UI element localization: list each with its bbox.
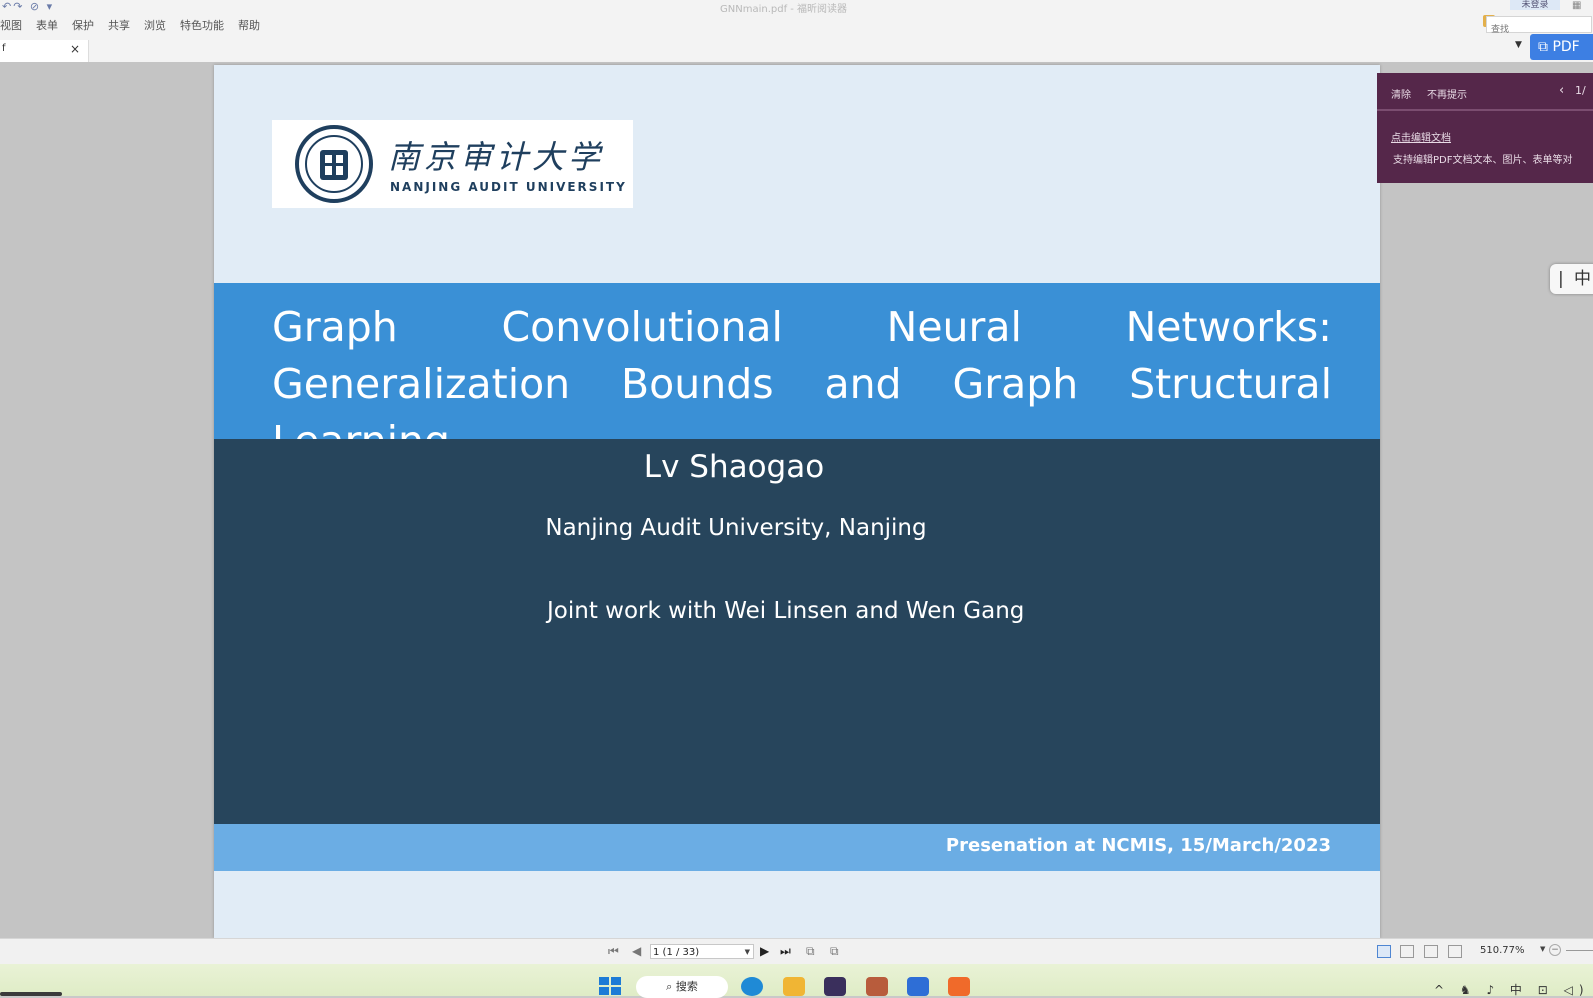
taskbar-indicator [0, 992, 62, 996]
ime-handle[interactable]: | [1558, 264, 1564, 294]
footer-band: Presenation at NCMIS, 15/March/2023 [214, 824, 1380, 871]
author-band: Lv Shaogao Nanjing Audit University, Nan… [214, 439, 1380, 824]
search-icon: ⌕ [666, 980, 673, 993]
pdf-page: 南京审计大学 NANJING AUDIT UNIVERSITY Graph Co… [214, 65, 1380, 938]
menu-item-view[interactable]: 视图 [0, 17, 22, 33]
zoom-slider[interactable] [1566, 950, 1593, 951]
os-taskbar: ⌕ 搜索 ^ ♞ ♪ 中 ⊡ ◁) [0, 964, 1593, 998]
menu-bar: 视图 表单 保护 共享 浏览 特色功能 帮助 [0, 17, 274, 33]
presentation-footer: Presenation at NCMIS, 15/March/2023 [945, 835, 1331, 856]
logo-english-name: NANJING AUDIT UNIVERSITY [390, 180, 627, 194]
search-box[interactable] [1486, 16, 1592, 38]
chevron-left-icon[interactable]: ‹ [1559, 83, 1564, 98]
menu-item-protect[interactable]: 保护 [72, 17, 94, 33]
close-icon[interactable]: × [70, 42, 80, 56]
menu-item-help[interactable]: 帮助 [238, 17, 260, 33]
author-affiliation: Nanjing Audit University, Nanjing [545, 515, 927, 541]
title-band: Graph Convolutional Neural Networks: Gen… [214, 283, 1380, 465]
next-page-icon[interactable]: ▶ [760, 944, 769, 958]
pdf-convert-button[interactable]: ⧉ PDF [1530, 34, 1593, 60]
continuous-facing-view-icon[interactable] [1448, 945, 1462, 958]
menu-item-features[interactable]: 特色功能 [180, 17, 224, 33]
tip-page-counter: 1/ [1575, 84, 1586, 97]
next-view-icon[interactable]: ⧉ [830, 944, 839, 959]
tip-clear-button[interactable]: 清除 [1391, 86, 1411, 101]
app-toolbar: ↶↷ ⊘ ▾ GNNmain.pdf - 福昕阅读器 未登录 ▦ 视图 表单 保… [0, 0, 1593, 63]
pdf-copy-icon: ⧉ [1538, 39, 1548, 55]
prev-page-icon[interactable]: ◀ [632, 944, 641, 958]
last-page-icon[interactable]: ⏭ [780, 944, 791, 959]
zoom-level[interactable]: 510.77% [1480, 945, 1525, 956]
app-icon-character[interactable] [866, 977, 888, 996]
file-explorer-icon[interactable] [783, 977, 805, 996]
document-tab[interactable]: f × [0, 40, 89, 62]
seal-icon [295, 125, 373, 203]
facing-view-icon[interactable] [1424, 945, 1438, 958]
app-icon-purple[interactable] [824, 977, 846, 996]
document-tab-label: f [2, 43, 6, 54]
first-page-icon[interactable]: ⏮ [608, 944, 619, 959]
chevron-down-icon[interactable]: ▼ [1540, 945, 1545, 953]
page-number-select[interactable]: 1 (1 / 33) ▼ [650, 944, 754, 959]
menu-item-browse[interactable]: 浏览 [144, 17, 166, 33]
status-bar: ⏮ ◀ 1 (1 / 33) ▼ ▶ ⏭ ⧉ ⧉ 510.77% ▼ − [0, 938, 1593, 965]
prev-view-icon[interactable]: ⧉ [806, 944, 815, 959]
taskbar-search-button[interactable]: ⌕ 搜索 [636, 976, 728, 998]
grid-icon[interactable]: ▦ [1572, 0, 1581, 11]
tip-description: 支持编辑PDF文档文本、图片、表单等对 [1393, 155, 1573, 166]
ime-toolbar[interactable]: | 中 [1550, 264, 1593, 294]
quick-access-icons[interactable]: ↶↷ ⊘ ▾ [2, 0, 54, 13]
author-name: Lv Shaogao [643, 449, 825, 485]
menu-item-form[interactable]: 表单 [36, 17, 58, 33]
chevron-down-icon[interactable]: ▼ [1515, 40, 1522, 50]
windows-start-icon[interactable] [599, 977, 621, 996]
taskbar-search-label: 搜索 [675, 980, 698, 993]
edit-tip-popup: 清除 不再提示 ‹ 1/ 点击编辑文档 支持编辑PDF文档文本、图片、表单等对 [1377, 73, 1593, 183]
edge-browser-icon[interactable] [741, 977, 763, 996]
foxit-reader-icon[interactable] [948, 977, 970, 996]
edit-document-link[interactable]: 点击编辑文档 [1391, 129, 1451, 144]
app-icon-blue[interactable] [907, 977, 929, 996]
coauthors-line: Joint work with Wei Linsen and Wen Gang [547, 598, 1025, 624]
chevron-down-icon[interactable]: ▼ [745, 945, 750, 960]
logo-chinese-name: 南京审计大学 [388, 138, 605, 176]
zoom-out-icon[interactable]: − [1549, 944, 1561, 956]
university-logo: 南京审计大学 NANJING AUDIT UNIVERSITY [272, 120, 633, 208]
menu-item-share[interactable]: 共享 [108, 17, 130, 33]
system-tray[interactable]: ^ ♞ ♪ 中 ⊡ ◁) [1434, 981, 1590, 998]
tip-no-show-button[interactable]: 不再提示 [1427, 86, 1467, 101]
continuous-view-icon[interactable] [1400, 945, 1414, 958]
single-page-view-icon[interactable] [1377, 945, 1391, 958]
ime-language-toggle[interactable]: 中 [1574, 264, 1591, 294]
window-title: GNNmain.pdf - 福昕阅读器 [720, 4, 848, 15]
page-number-value: 1 (1 / 33) [653, 947, 700, 958]
document-viewer[interactable]: 南京审计大学 NANJING AUDIT UNIVERSITY Graph Co… [0, 62, 1593, 938]
tip-header: 清除 不再提示 ‹ 1/ [1377, 73, 1593, 111]
pdf-convert-label: PDF [1552, 39, 1580, 55]
login-button[interactable]: 未登录 [1510, 0, 1560, 10]
